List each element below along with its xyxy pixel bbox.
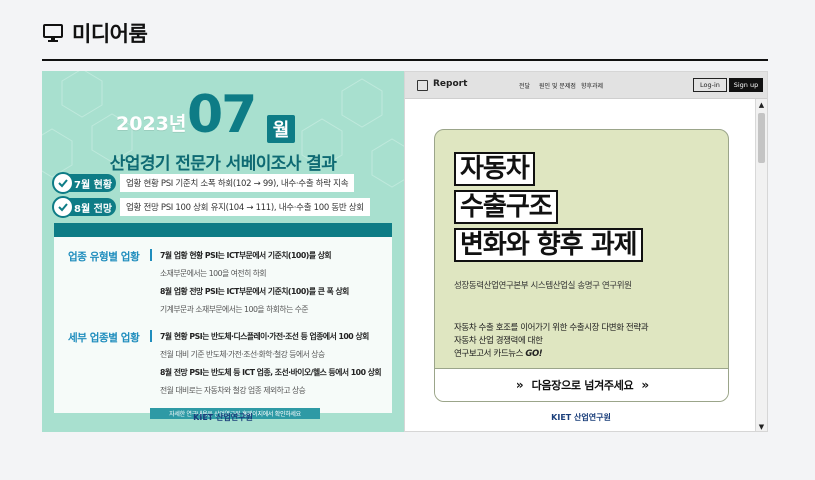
section-label-industry-type: 업종 유형별 업황 bbox=[68, 251, 140, 263]
detail-line: 8월 전망 PSI는 반도체 등 ICT 업종, 조선·바이오/헬스 등에서 1… bbox=[160, 368, 382, 377]
report-cover: 자동차 수출구조 변화와 향후 과제 성장동력산업연구본부 시스템산업실 송명구… bbox=[434, 129, 729, 402]
report-description-text: 연구보고서 카드뉴스 bbox=[454, 349, 524, 359]
survey-detail-panel: 업종 유형별 업황 7월 업황 현황 PSI는 ICT부문에서 기준치(100)… bbox=[54, 223, 392, 419]
year-label: 2023년 bbox=[116, 113, 187, 135]
login-button[interactable]: Log-in bbox=[693, 78, 727, 92]
stat-row-outlook: 8월 전망 업황 전망 PSI 100 상회 유지(104 → 111), 내수… bbox=[52, 196, 396, 218]
month-number: 07 bbox=[187, 85, 257, 145]
detail-line: 전월 대비 기준 반도체·가전·조선·화학·철강 등에서 상승 bbox=[160, 350, 325, 359]
report-label: Report bbox=[433, 79, 468, 89]
scroll-up-icon[interactable]: ▲ bbox=[757, 100, 766, 109]
detail-line: 7월 현황 PSI는 반도체·디스플레이·가전·조선 등 업종에서 100 상회 bbox=[160, 332, 369, 341]
kiet-logo: KIET 산업연구원 bbox=[193, 413, 253, 422]
survey-title: 산업경기 전문가 서베이조사 결과 bbox=[109, 154, 337, 174]
detail-line: 기계부문과 소재부문에서는 100을 하회하는 수준 bbox=[160, 305, 309, 314]
check-circle-icon bbox=[52, 172, 74, 194]
headline-line: 자동차 bbox=[454, 152, 535, 186]
stat-badge-label: 8월 전망 bbox=[74, 203, 113, 215]
stat-badge: 8월 전망 bbox=[52, 196, 116, 218]
vertical-scrollbar[interactable]: ▲ ▼ bbox=[755, 99, 767, 431]
month-badge: 월 bbox=[267, 115, 295, 143]
stat-text: 업황 현황 PSI 기준치 소폭 하회(102 → 99), 내수·수출 하락 … bbox=[120, 174, 355, 192]
check-circle-icon bbox=[52, 196, 74, 218]
nav-item-tasks[interactable]: 향후과제 bbox=[581, 81, 603, 90]
detail-line: 7월 업황 현황 PSI는 ICT부문에서 기준치(100)를 상회 bbox=[160, 251, 332, 260]
kiet-logo: KIET 산업연구원 bbox=[551, 413, 611, 422]
double-chevron-right-icon: » bbox=[515, 378, 524, 392]
stat-badge: 7월 현황 bbox=[52, 172, 116, 194]
stat-badge-label: 7월 현황 bbox=[74, 179, 113, 191]
headline-line: 변화와 향후 과제 bbox=[454, 228, 643, 262]
go-label: GO! bbox=[525, 349, 543, 359]
scroll-thumb[interactable] bbox=[758, 113, 765, 163]
headline-line: 수출구조 bbox=[454, 190, 558, 224]
detail-line: 소재부문에서는 100을 여전히 하회 bbox=[160, 269, 267, 278]
section-divider bbox=[150, 330, 152, 342]
next-page-label: 다음장으로 넘겨주세요 bbox=[531, 379, 634, 392]
next-page-button[interactable]: » 다음장으로 넘겨주세요 » bbox=[435, 368, 728, 401]
report-description: 연구보고서 카드뉴스 GO! bbox=[454, 347, 543, 359]
detail-line: 전월 대비로는 자동차와 철강 업종 제외하고 상승 bbox=[160, 386, 306, 395]
report-icon bbox=[417, 80, 428, 91]
section-divider bbox=[150, 249, 152, 261]
nav-item-summary[interactable]: 전달 bbox=[519, 81, 530, 90]
monitor-icon bbox=[43, 24, 63, 42]
nav-item-causes[interactable]: 원인 및 문제점 bbox=[539, 81, 576, 90]
report-description: 자동차 산업 경쟁력에 대한 bbox=[454, 336, 543, 346]
survey-infographic-card[interactable]: 2023년 07 월 산업경기 전문가 서베이조사 결과 7월 현황 업황 현황… bbox=[42, 71, 404, 432]
scroll-down-icon[interactable]: ▼ bbox=[757, 422, 766, 431]
detail-line: 8월 업황 전망 PSI는 ICT부문에서 기준치(100)를 큰 폭 상회 bbox=[160, 287, 349, 296]
signup-button[interactable]: Sign up bbox=[729, 78, 763, 92]
double-chevron-right-icon: » bbox=[641, 378, 650, 392]
report-description: 자동차 수출 호조를 이어가기 위한 수출시장 다변화 전략과 bbox=[454, 323, 649, 333]
stat-row-current: 7월 현황 업황 현황 PSI 기준치 소폭 하회(102 → 99), 내수·… bbox=[52, 172, 396, 194]
report-card-news[interactable]: Report 전달 원인 및 문제점 향후과제 Log-in Sign up ▲… bbox=[404, 71, 768, 432]
page-title: 미디어룸 bbox=[72, 22, 148, 46]
header-divider bbox=[42, 59, 768, 61]
page-header: 미디어룸 bbox=[42, 18, 148, 48]
report-topbar: Report 전달 원인 및 문제점 향후과제 Log-in Sign up bbox=[405, 72, 767, 99]
media-room-page: 미디어룸 2023년 07 월 산업경기 전문가 서베이조사 결과 7월 현황 bbox=[0, 0, 815, 480]
section-label-sub-industry: 세부 업종별 업황 bbox=[68, 332, 140, 344]
report-author: 성장동력산업연구본부 시스템산업실 송명구 연구위원 bbox=[454, 281, 632, 291]
stat-text: 업황 전망 PSI 100 상회 유지(104 → 111), 내수·수출 10… bbox=[120, 198, 370, 216]
